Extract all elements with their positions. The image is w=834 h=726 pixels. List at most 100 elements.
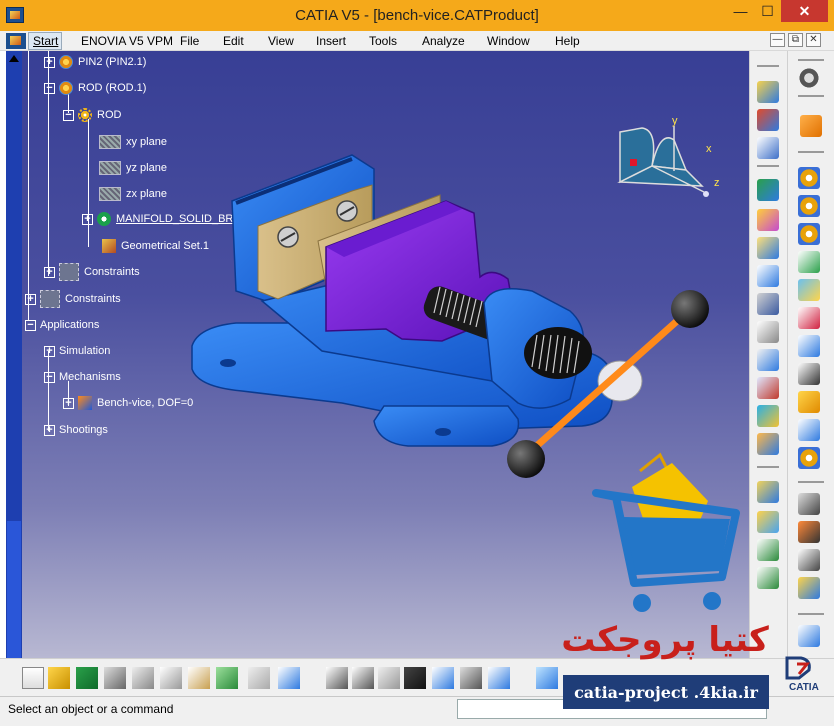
catia-window: CATIA V5 - [bench-vice.CATProduct] — ☐ ✕… bbox=[0, 0, 834, 726]
mount-hole bbox=[220, 359, 236, 367]
manipulate-icon[interactable] bbox=[757, 179, 779, 201]
toolbar-separator bbox=[757, 466, 779, 468]
assembly-icon[interactable] bbox=[757, 81, 779, 103]
menu-analyze[interactable]: Analyze bbox=[422, 34, 465, 48]
toolbar-separator bbox=[757, 165, 779, 167]
compass-x-label: x bbox=[706, 143, 712, 155]
text-icon[interactable] bbox=[798, 363, 820, 385]
dress-up-icon[interactable] bbox=[798, 521, 820, 543]
title-bar: CATIA V5 - [bench-vice.CATProduct] — ☐ ✕ bbox=[0, 0, 834, 31]
contact-icon[interactable] bbox=[757, 377, 779, 399]
compass-handle[interactable] bbox=[630, 159, 637, 166]
whats-this-icon[interactable] bbox=[278, 667, 300, 689]
window-title: CATIA V5 - [bench-vice.CATProduct] bbox=[295, 7, 539, 24]
comment-icon[interactable] bbox=[352, 667, 374, 689]
catalog-icon[interactable] bbox=[757, 567, 779, 589]
simulation-icon[interactable] bbox=[798, 251, 820, 273]
cut-icon[interactable] bbox=[132, 667, 154, 689]
compass-z-label: z bbox=[714, 177, 720, 189]
section-icon[interactable] bbox=[757, 511, 779, 533]
coincidence-icon[interactable] bbox=[757, 349, 779, 371]
clash-analysis-icon[interactable] bbox=[798, 625, 820, 647]
formula-icon[interactable] bbox=[326, 667, 348, 689]
fix-part-icon[interactable] bbox=[798, 493, 820, 515]
menu-tools[interactable]: Tools bbox=[369, 34, 397, 48]
compass-origin bbox=[703, 191, 709, 197]
paste-icon[interactable] bbox=[188, 667, 210, 689]
graph-tree-icon[interactable] bbox=[432, 667, 454, 689]
toolbar-separator bbox=[757, 65, 779, 67]
prismatic-joint-icon[interactable] bbox=[798, 195, 820, 217]
dassault-logo: CATIA bbox=[785, 656, 819, 693]
scroll-up-arrow-icon[interactable] bbox=[9, 55, 19, 62]
maximize-button[interactable]: ☐ bbox=[754, 0, 781, 22]
undo-icon[interactable] bbox=[216, 667, 238, 689]
save-icon[interactable] bbox=[76, 667, 98, 689]
law-icon[interactable] bbox=[798, 307, 820, 329]
toolbar-separator bbox=[798, 59, 824, 61]
speed-icon[interactable] bbox=[798, 335, 820, 357]
connect-icon[interactable] bbox=[798, 549, 820, 571]
update-icon[interactable] bbox=[757, 405, 779, 427]
mechanism-analysis-icon[interactable] bbox=[798, 447, 820, 469]
toolbar-separator bbox=[798, 613, 824, 615]
table-icon[interactable] bbox=[404, 667, 426, 689]
sensor-icon[interactable] bbox=[798, 279, 820, 301]
toolbar-separator bbox=[798, 95, 824, 97]
menu-start[interactable]: Start bbox=[33, 34, 58, 48]
compass-face bbox=[651, 137, 688, 171]
3d-viewport[interactable]: + PIN2 (PIN2.1) − ROD (ROD.1) − ROD xy p… bbox=[22, 51, 749, 658]
catia-logo-text: CATIA bbox=[789, 682, 819, 693]
doc-restore-button[interactable]: ⧉ bbox=[788, 33, 803, 47]
new-icon[interactable] bbox=[22, 667, 44, 689]
revolute-joint-icon[interactable] bbox=[798, 167, 820, 189]
watermark-brand-text: كتيا پروجكت bbox=[561, 620, 769, 660]
bom-icon[interactable] bbox=[757, 539, 779, 561]
handle-knob bbox=[507, 440, 545, 478]
anchor-icon[interactable] bbox=[757, 293, 779, 315]
copy-icon[interactable] bbox=[160, 667, 182, 689]
watermark-cart-logo bbox=[592, 452, 740, 612]
doc-minimize-button[interactable]: — bbox=[770, 33, 785, 47]
gears-icon[interactable] bbox=[798, 67, 820, 89]
menu-enovia[interactable]: ENOVIA V5 VPM bbox=[81, 34, 173, 48]
menu-insert[interactable]: Insert bbox=[316, 34, 346, 48]
scene-icon[interactable] bbox=[757, 481, 779, 503]
redo-icon[interactable] bbox=[248, 667, 270, 689]
replay-icon[interactable] bbox=[798, 577, 820, 599]
menu-view[interactable]: View bbox=[268, 34, 294, 48]
menu-file[interactable]: File bbox=[180, 34, 199, 48]
swept-volume-icon[interactable] bbox=[798, 419, 820, 441]
status-prompt: Select an object or a command bbox=[8, 702, 174, 716]
toolbar-right-primary bbox=[749, 51, 787, 658]
pattern-icon[interactable] bbox=[757, 433, 779, 455]
compass-y-label: y bbox=[672, 116, 678, 127]
knowledge-icon[interactable] bbox=[378, 667, 400, 689]
document-icon[interactable] bbox=[6, 33, 26, 49]
close-button[interactable]: ✕ bbox=[781, 0, 828, 22]
menu-help[interactable]: Help bbox=[555, 34, 580, 48]
menu-edit[interactable]: Edit bbox=[223, 34, 244, 48]
minimize-button[interactable]: — bbox=[727, 0, 754, 22]
compass-widget[interactable]: y x z bbox=[614, 116, 734, 206]
snap-icon[interactable] bbox=[757, 209, 779, 231]
watermark-url: catia-project .4kia.ir bbox=[563, 675, 769, 709]
fly-mode-icon[interactable] bbox=[536, 667, 558, 689]
clash-icon[interactable] bbox=[757, 265, 779, 287]
tree-scroll-rail[interactable] bbox=[6, 51, 22, 691]
catalog-browser-icon[interactable] bbox=[488, 667, 510, 689]
print-icon[interactable] bbox=[104, 667, 126, 689]
open-icon[interactable] bbox=[48, 667, 70, 689]
trace-icon[interactable] bbox=[798, 391, 820, 413]
cylindrical-joint-icon[interactable] bbox=[798, 223, 820, 245]
component-icon[interactable] bbox=[757, 109, 779, 131]
doc-close-button[interactable]: ✕ bbox=[806, 33, 821, 47]
lock-icon[interactable] bbox=[460, 667, 482, 689]
select-cursor-icon[interactable] bbox=[800, 115, 822, 137]
menu-bar: Start ENOVIA V5 VPM File Edit View Inser… bbox=[0, 31, 834, 51]
vice-foot bbox=[373, 405, 520, 447]
clip-icon[interactable] bbox=[757, 321, 779, 343]
existing-component-icon[interactable] bbox=[757, 137, 779, 159]
menu-window[interactable]: Window bbox=[487, 34, 530, 48]
explode-icon[interactable] bbox=[757, 237, 779, 259]
